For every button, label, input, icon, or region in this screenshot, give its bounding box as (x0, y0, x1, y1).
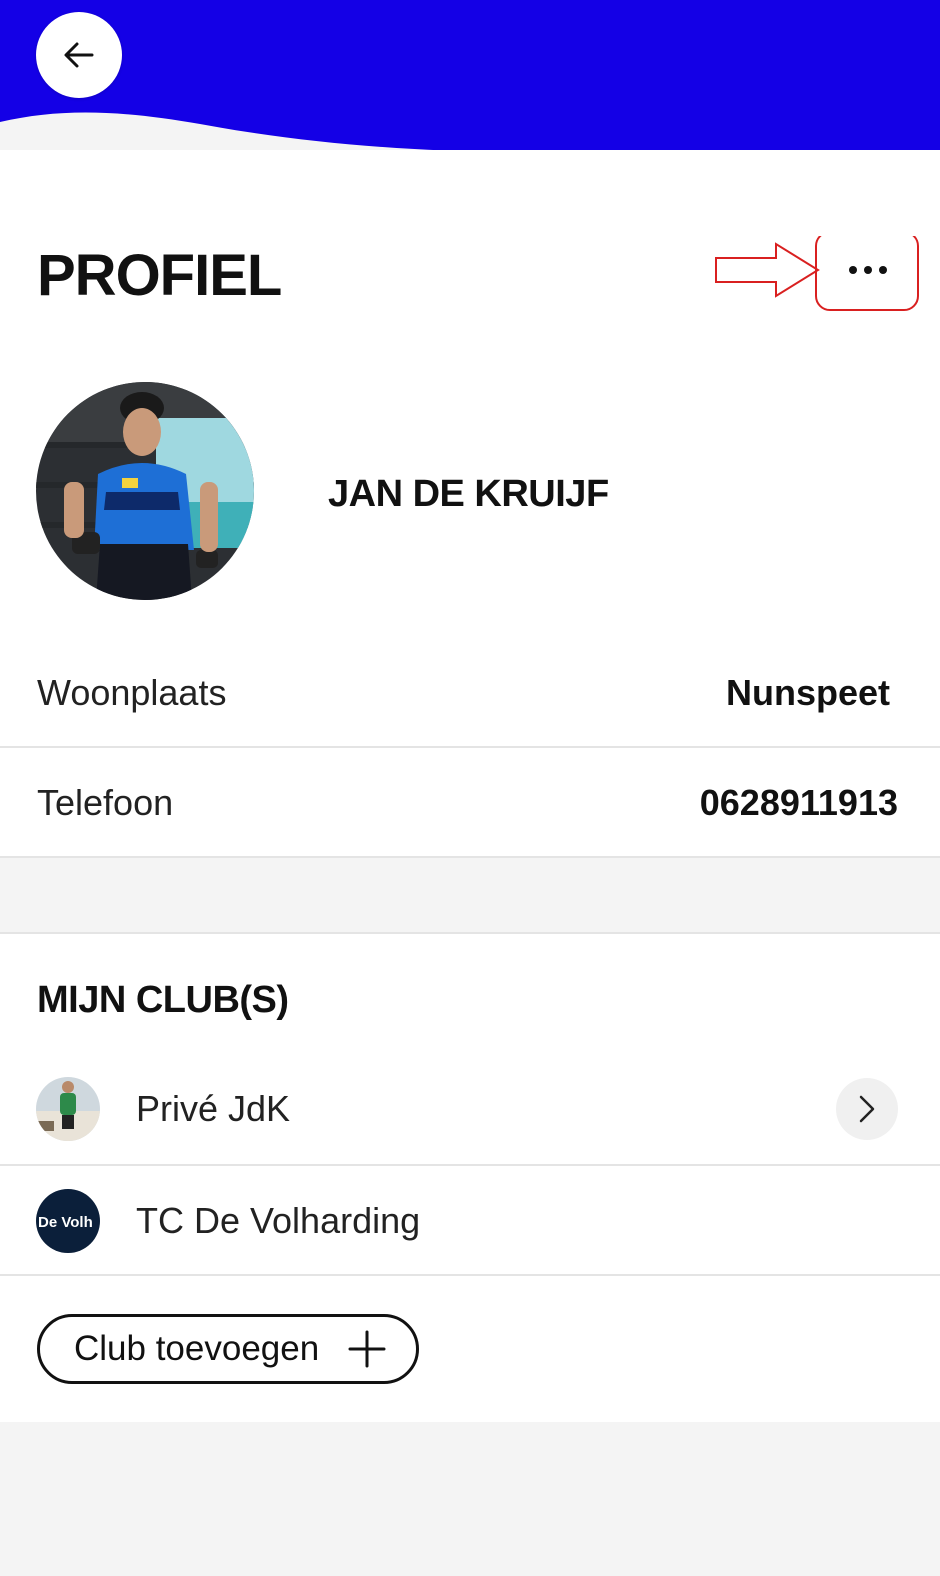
arrow-left-icon (64, 42, 94, 68)
club-logo: De Volh (36, 1189, 100, 1253)
clubs-section: MIJN CLUB(S) Privé JdK De Volh TC De Vol… (0, 932, 940, 1422)
club-item-tc-de-volharding[interactable]: De Volh TC De Volharding (0, 1166, 940, 1276)
profile-avatar[interactable] (36, 382, 254, 600)
back-button[interactable] (36, 12, 122, 98)
profile-name: JAN DE KRUIJF (328, 473, 609, 515)
info-value: Nunspeet (725, 672, 890, 713)
page-title: PROFIEL (37, 243, 282, 308)
plus-icon (348, 1330, 386, 1368)
header-background (0, 0, 940, 156)
more-options-button[interactable] (820, 232, 916, 308)
info-label: Woonplaats (37, 672, 227, 713)
add-club-button[interactable]: Club toevoegen (37, 1314, 419, 1384)
divider (0, 1274, 940, 1276)
phone-value[interactable]: 0628911913 (700, 782, 898, 824)
add-club-label: Club toevoegen (74, 1329, 320, 1368)
more-horizontal-icon (849, 266, 887, 274)
clubs-section-title: MIJN CLUB(S) (37, 979, 289, 1021)
club-name: Privé JdK (136, 1088, 291, 1129)
club-open-button[interactable] (836, 1078, 898, 1140)
info-row-woonplaats: Woonplaats Nunspeet (0, 638, 940, 748)
club-item-prive-jdk[interactable]: Privé JdK (0, 1054, 940, 1164)
club-name: TC De Volharding (136, 1200, 421, 1241)
divider (0, 932, 940, 934)
club-logo-text: De Volh (38, 1214, 93, 1231)
chevron-right-icon (859, 1095, 875, 1123)
club-avatar (36, 1077, 100, 1141)
info-label: Telefoon (37, 782, 174, 823)
divider (0, 856, 940, 858)
info-row-telefoon[interactable]: Telefoon 0628911913 (0, 748, 940, 858)
